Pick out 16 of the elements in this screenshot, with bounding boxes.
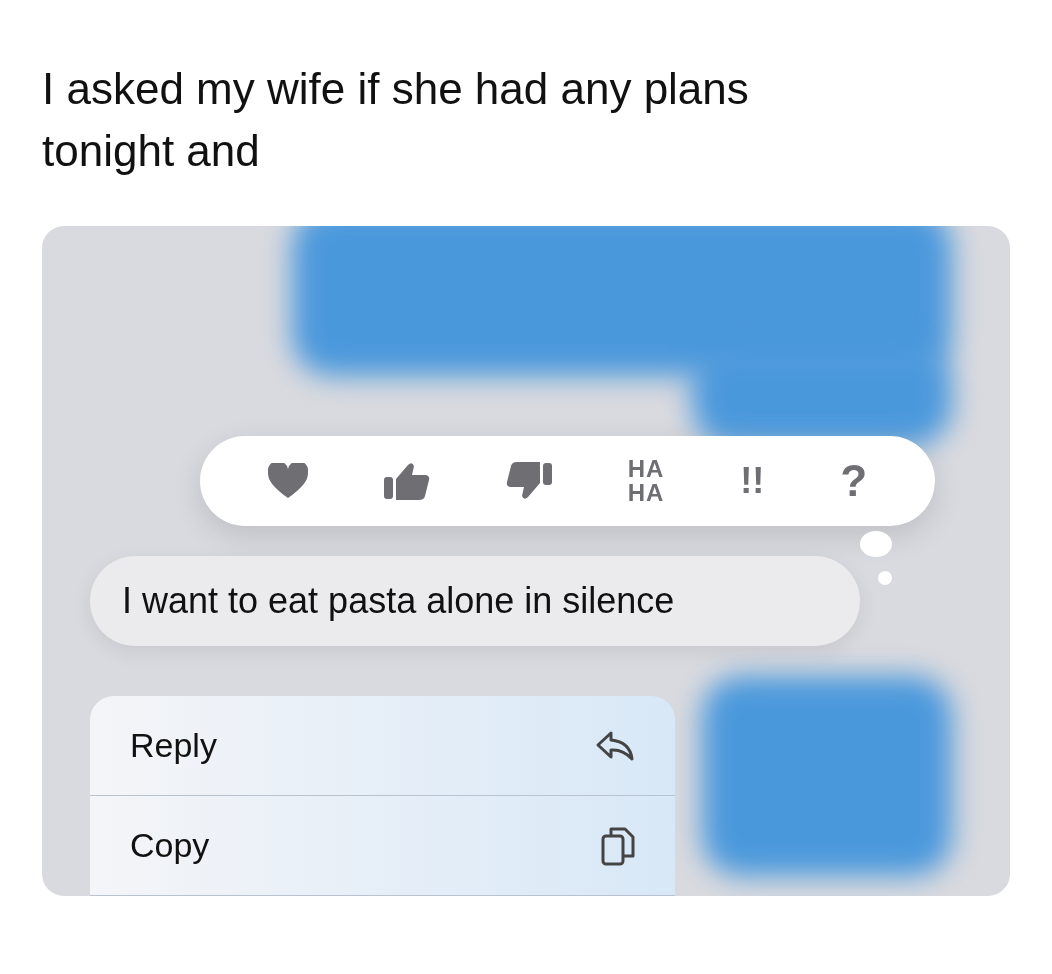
thumbs-up-icon[interactable] <box>383 461 430 501</box>
menu-item[interactable]: Reply <box>90 696 675 796</box>
thought-dot <box>860 531 892 557</box>
heart-icon[interactable] <box>267 463 308 499</box>
menu-label: Reply <box>130 725 217 766</box>
message-bubble[interactable]: I want to eat pasta alone in silence <box>90 556 860 646</box>
copy-icon <box>601 825 635 866</box>
menu-label: Copy <box>130 825 210 866</box>
question-reaction[interactable]: ? <box>840 459 868 503</box>
thought-dot <box>878 571 892 585</box>
thumbs-down-icon[interactable] <box>505 461 552 501</box>
emphasis-reaction[interactable]: !! <box>740 463 765 499</box>
haha-reaction[interactable]: HA HA <box>627 457 665 505</box>
menu-item[interactable]: Copy <box>90 796 675 896</box>
caption: I asked my wife if she had any plans tonight and <box>41 63 750 177</box>
reply-icon <box>595 729 635 762</box>
